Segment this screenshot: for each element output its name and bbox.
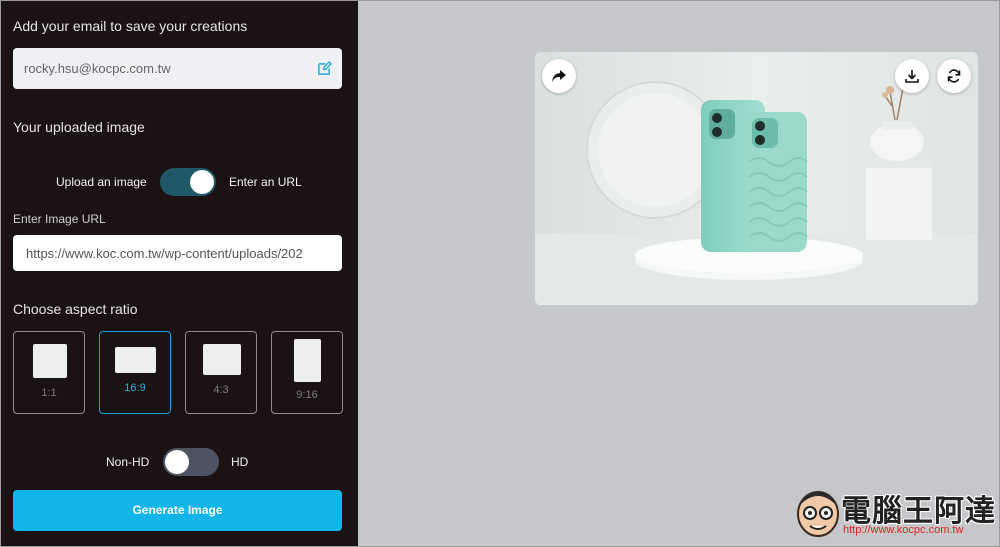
ratio-option-1-1[interactable]: 1:1 [13, 331, 85, 414]
url-value: https://www.koc.com.tw/wp-content/upload… [26, 246, 303, 261]
ratio-shape [33, 344, 67, 378]
regenerate-button[interactable] [937, 59, 971, 93]
watermark: 電腦王阿達 http://www.kocpc.com.tw [793, 484, 995, 542]
download-button[interactable] [895, 59, 929, 93]
ratio-shape [115, 347, 156, 373]
settings-panel: Add your email to save your creations ro… [1, 1, 358, 546]
ratio-option-16-9[interactable]: 16:9 [99, 331, 171, 414]
ratio-option-4-3[interactable]: 4:3 [185, 331, 257, 414]
generate-image-button[interactable]: Generate Image [13, 490, 342, 531]
switch-knob [190, 170, 214, 194]
edit-icon[interactable] [317, 61, 332, 76]
ratio-shape [203, 344, 241, 375]
ratio-shape [294, 339, 321, 382]
upload-mode-toggle-row: Upload an image Enter an URL [1, 168, 358, 198]
hd-switch[interactable] [163, 448, 219, 476]
email-value: rocky.hsu@kocpc.com.tw [24, 61, 171, 76]
refresh-icon [947, 69, 961, 83]
uploaded-image-title: Your uploaded image [13, 119, 145, 135]
upload-image-option[interactable]: Upload an image [56, 175, 147, 189]
non-hd-option[interactable]: Non-HD [106, 455, 149, 469]
email-field[interactable]: rocky.hsu@kocpc.com.tw [13, 48, 342, 89]
ratio-label: 16:9 [124, 382, 146, 394]
image-url-input[interactable]: https://www.koc.com.tw/wp-content/upload… [13, 235, 342, 271]
upload-mode-switch[interactable] [160, 168, 216, 196]
ratio-label: 1:1 [41, 387, 57, 399]
switch-knob [165, 450, 189, 474]
ratio-label: 4:3 [213, 384, 229, 396]
watermark-url: http://www.kocpc.com.tw [843, 524, 964, 536]
share-icon [552, 70, 566, 82]
enter-url-option[interactable]: Enter an URL [229, 175, 302, 189]
hd-toggle-row: Non-HD HD [1, 448, 358, 478]
aspect-ratio-title: Choose aspect ratio [13, 301, 138, 317]
generated-image-preview [535, 52, 978, 305]
hd-option[interactable]: HD [231, 455, 248, 469]
mascot-logo [797, 491, 839, 537]
email-label: Add your email to save your creations [13, 18, 248, 34]
ratio-label: 9:16 [296, 389, 318, 401]
ratio-option-9-16[interactable]: 9:16 [271, 331, 343, 414]
share-button[interactable] [542, 59, 576, 93]
download-icon [905, 70, 919, 83]
url-label: Enter Image URL [13, 212, 106, 226]
